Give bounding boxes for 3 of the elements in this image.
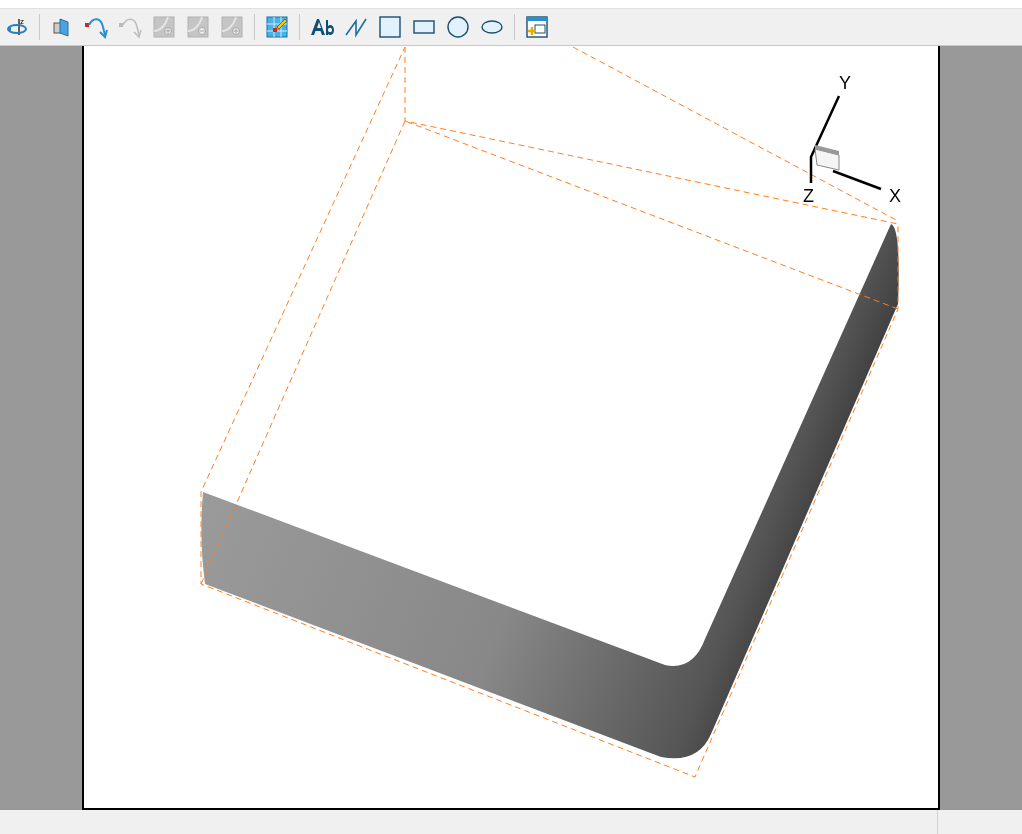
y-axis-label: Y bbox=[839, 73, 851, 94]
x-axis-label: X bbox=[889, 186, 901, 207]
z-axis-label: Z bbox=[803, 186, 814, 207]
